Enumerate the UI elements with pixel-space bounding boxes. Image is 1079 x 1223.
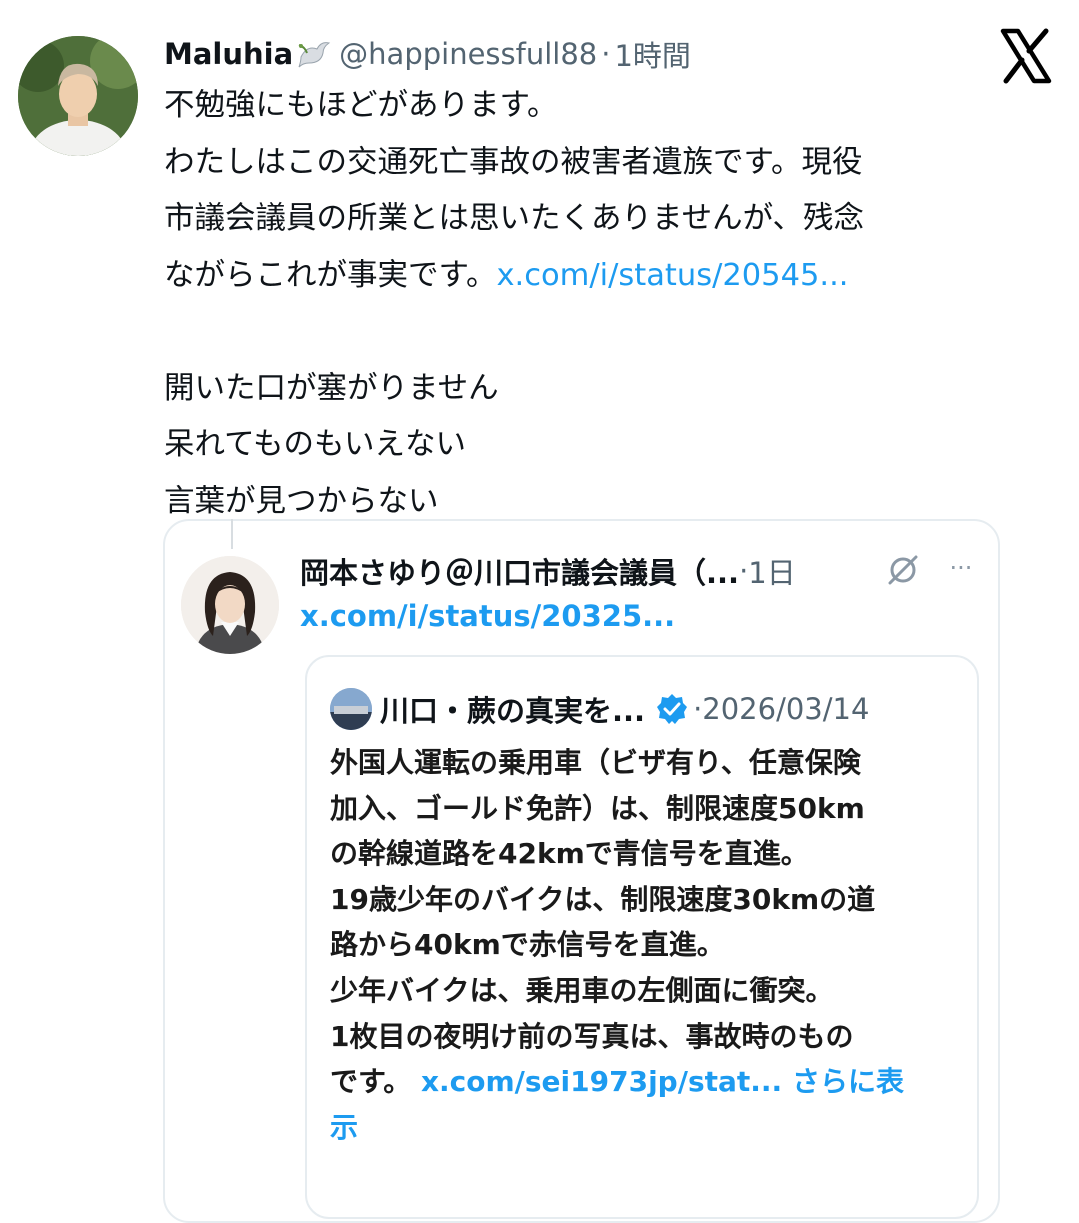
quoted-header-separator: · [739,554,749,588]
inner-line: 加入、ゴールド免許）は、制限速度50km [330,791,865,825]
inner-line-text: です。 [330,1065,412,1099]
tweet-line: わたしはこの交通死亡事故の被害者遺族です。現役 [164,144,863,180]
grok-icon[interactable] [886,553,920,587]
inner-line: の幹線道路を42kmで青信号を直進。 [330,837,809,871]
tweet-link[interactable]: x.com/i/status/20545... [496,258,848,293]
inner-author-avatar[interactable] [330,688,372,730]
inner-tweet-link[interactable]: x.com/sei1973jp/stat... [421,1065,782,1098]
tweet-line-text: ながらこれが事実です。 [164,257,497,293]
verified-badge-icon [655,692,689,726]
tweet-time[interactable]: 1時間 [614,33,690,75]
author-handle[interactable]: @happinessfull88 [339,37,597,71]
dove-icon [295,37,331,71]
show-more-link-cont[interactable]: 示 [330,1111,358,1144]
tweet-line: 不勉強にもほどがあります。 [164,88,558,123]
inner-tweet-header: 川口・蕨の真実を... · 2026/03/14 [330,686,869,732]
header-separator: · [601,37,611,71]
tweet-line: 開いた口が塞がりません [164,370,499,406]
author-avatar[interactable] [18,36,138,156]
inner-line: 1枚目の夜明け前の写真は、事故時のもの [330,1019,854,1053]
inner-author-name[interactable]: 川口・蕨の真実を... [380,688,645,730]
quoted-author-name[interactable]: 岡本さゆり＠川口市議会議員（... [300,550,739,592]
tweet-line: ながらこれが事実です。x.com/i/status/20545... [164,248,1044,305]
tweet-header: Maluhia @happinessfull88 · 1時間 [164,30,691,78]
inner-line: 路から40kmで赤信号を直進。 [330,928,725,962]
thread-connector [231,519,233,549]
inner-line: です。 x.com/sei1973jp/stat... さらに表 [330,1059,960,1105]
tweet-line: 呆れてものもいえない [164,427,466,462]
quoted-tweet-link[interactable]: x.com/i/status/20325... [300,596,675,636]
show-more-link[interactable]: さらに表 [792,1065,904,1098]
quoted-tweet-time[interactable]: 1日 [748,550,795,592]
quoted-avatar-photo [181,556,279,654]
quoted-author-avatar[interactable] [181,556,279,654]
inner-line: 少年バイクは、乗用車の左側面に衝突。 [330,973,834,1007]
x-logo-icon[interactable] [1000,28,1052,84]
tweet-text: 不勉強にもほどがあります。 わたしはこの交通死亡事故の被害者遺族です。現役 市議… [164,78,1044,530]
inner-tweet-text: 外国人運転の乗用車（ビザ有り、任意保険 加入、ゴールド免許）は、制限速度50km… [330,740,960,1150]
avatar-photo [18,36,138,156]
inner-line: 示 [330,1105,960,1151]
inner-tweet-date[interactable]: 2026/03/14 [702,692,869,726]
inner-header-separator: · [693,692,703,726]
quoted-tweet-header: 岡本さゆり＠川口市議会議員（... · 1日 [300,548,796,594]
author-name[interactable]: Maluhia [164,37,293,71]
tweet-line: 市議会議員の所業とは思いたくありませんが、残念 [164,201,864,236]
more-icon[interactable]: ··· [944,553,978,587]
inner-line: 外国人運転の乗用車（ビザ有り、任意保険 [330,746,861,779]
inner-line: 19歳少年のバイクは、制限速度30kmの道 [330,882,876,916]
